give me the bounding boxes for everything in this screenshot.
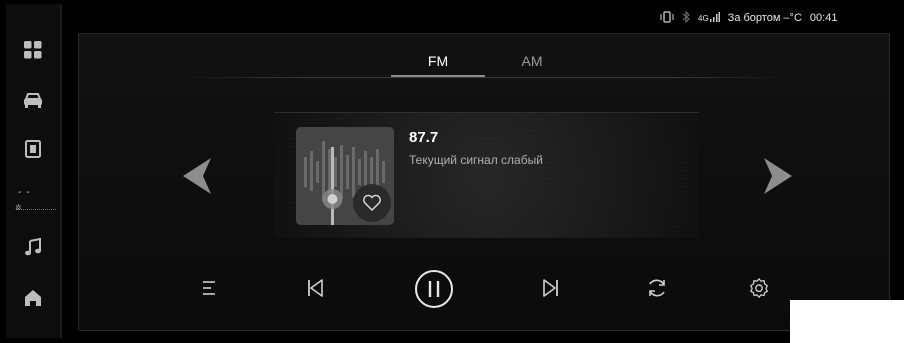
next-button[interactable] bbox=[533, 270, 569, 306]
car-icon bbox=[24, 93, 42, 108]
outside-temperature: За бортом –°C bbox=[727, 12, 802, 24]
sidebar-item-home[interactable] bbox=[6, 280, 60, 316]
apps-grid-icon bbox=[24, 41, 42, 59]
home-icon bbox=[25, 290, 41, 306]
previous-button[interactable] bbox=[297, 270, 333, 306]
tab-fm[interactable]: FM bbox=[391, 48, 485, 77]
phone-vibrate-icon bbox=[660, 10, 674, 26]
sidebar-item-phonebook[interactable] bbox=[6, 131, 60, 167]
station-frequency: 87.7 bbox=[409, 129, 439, 146]
status-bar: 4G За бортом –°C 00:41 bbox=[660, 8, 900, 28]
music-note-icon bbox=[25, 238, 41, 256]
previous-station-arrow-icon[interactable] bbox=[183, 158, 213, 194]
phone-book-icon bbox=[25, 140, 41, 158]
sidebar-item-music[interactable] bbox=[6, 229, 60, 265]
sidebar: - - ✲ bbox=[6, 4, 62, 338]
sidebar-item-apps[interactable] bbox=[6, 32, 60, 68]
previous-icon bbox=[308, 279, 323, 297]
radio-panel: FM AM 87.7 Текущий сигнал слабый bbox=[78, 33, 890, 331]
list-icon bbox=[203, 281, 215, 295]
station-card: 87.7 Текущий сигнал слабый bbox=[274, 112, 699, 238]
station-list-button[interactable] bbox=[192, 270, 228, 306]
tab-am[interactable]: AM bbox=[485, 48, 579, 77]
screen-corner bbox=[790, 300, 904, 343]
radio-app-screen: - - ✲ 4G За бортом –°C 00:41 FM AM 87.7 … bbox=[0, 0, 904, 343]
next-station-arrow-icon[interactable] bbox=[762, 158, 792, 194]
scan-button[interactable] bbox=[639, 270, 675, 306]
tab-divider bbox=[180, 77, 790, 78]
sidebar-item-car[interactable] bbox=[6, 82, 60, 118]
settings-button[interactable] bbox=[741, 270, 777, 306]
scan-icon bbox=[649, 279, 665, 297]
network-label: 4G bbox=[698, 13, 709, 23]
favorite-heart-icon[interactable] bbox=[362, 193, 382, 213]
pause-button[interactable] bbox=[413, 268, 455, 310]
climate-value: - - bbox=[18, 187, 31, 198]
signal-bars-icon bbox=[709, 11, 720, 25]
climate-level-line bbox=[16, 209, 56, 211]
band-tabs: FM AM bbox=[180, 48, 790, 78]
next-icon bbox=[543, 279, 558, 297]
bluetooth-icon bbox=[682, 10, 690, 26]
pause-icon bbox=[415, 270, 453, 308]
settings-icon bbox=[750, 278, 768, 298]
station-artwork bbox=[296, 127, 394, 225]
signal-status: Текущий сигнал слабый bbox=[409, 153, 543, 167]
clock-time: 00:41 bbox=[809, 12, 838, 24]
